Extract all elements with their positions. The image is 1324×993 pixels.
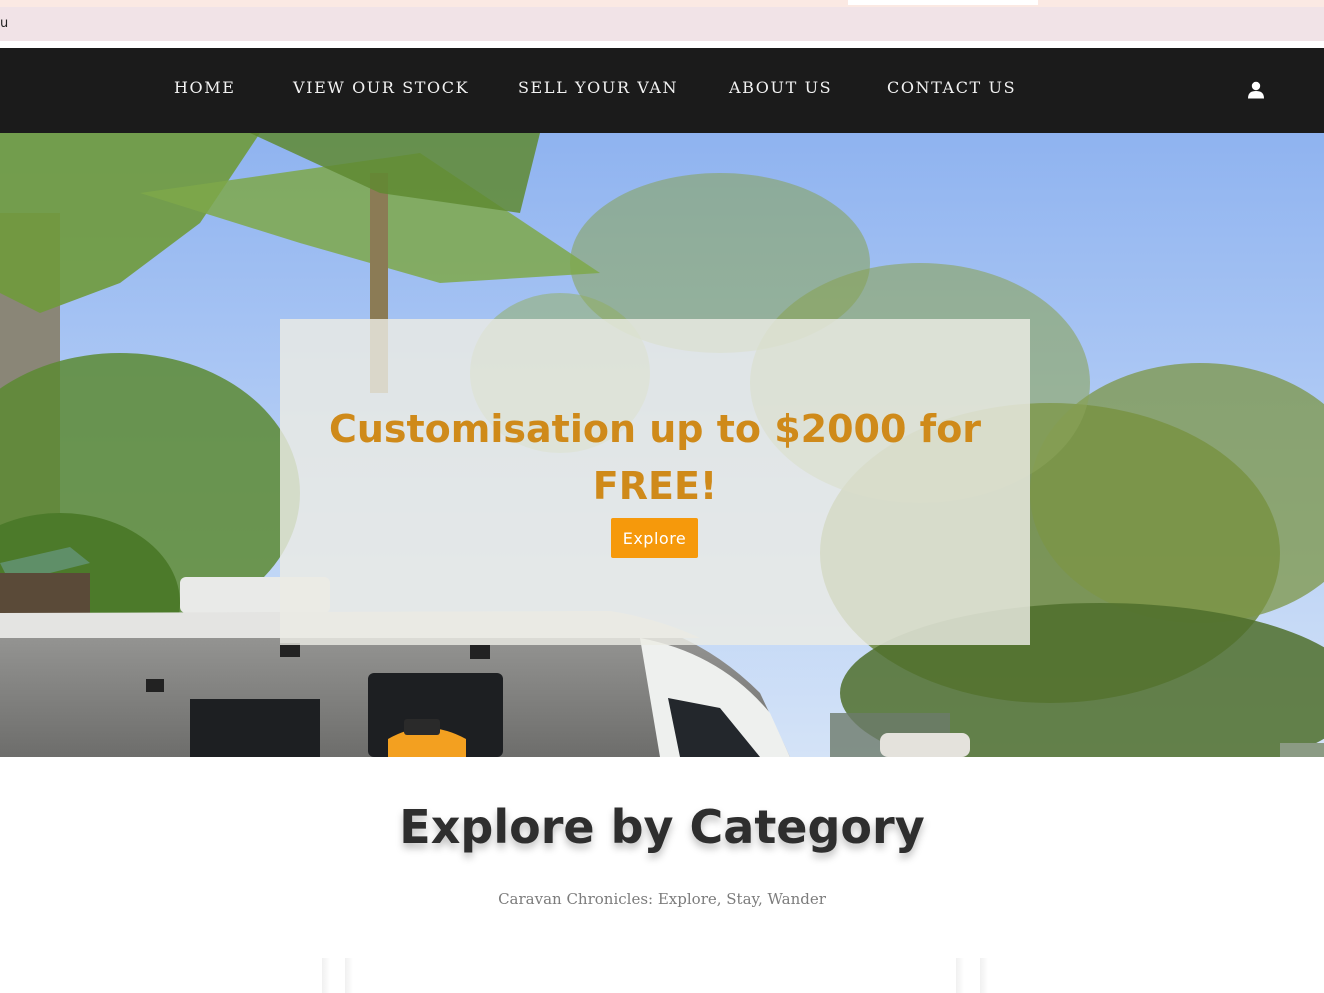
hero-banner: Customisation up to $2000 for FREE! Expl…	[0, 133, 1324, 757]
category-card-edge-left	[322, 958, 330, 993]
nav-contact-us[interactable]: CONTACT US	[887, 78, 1016, 97]
top-accent-highlight	[848, 0, 1038, 5]
top-accent-strip	[0, 0, 1324, 7]
category-card-edge-right	[980, 958, 988, 993]
category-section-title: Explore by Category	[399, 800, 925, 854]
promo-title-line-1: Customisation up to $2000 for	[328, 407, 982, 451]
category-section-subtitle: Caravan Chronicles: Explore, Stay, Wande…	[498, 890, 826, 908]
user-icon[interactable]	[1246, 81, 1266, 99]
nav-sell-your-van[interactable]: SELL YOUR VAN	[518, 78, 678, 97]
nav-home[interactable]: HOME	[174, 78, 236, 97]
nav-about-us[interactable]: ABOUT US	[729, 78, 832, 97]
promo-title: Customisation up to $2000 for FREE!	[280, 401, 1030, 515]
main-navigation: HOME VIEW OUR STOCK SELL YOUR VAN ABOUT …	[0, 48, 1324, 133]
category-card-edge	[956, 958, 964, 993]
nav-view-our-stock[interactable]: VIEW OUR STOCK	[293, 78, 469, 97]
notice-bar: u	[0, 7, 1324, 41]
notice-text: u	[0, 16, 9, 31]
promo-title-line-2: FREE!	[592, 464, 718, 508]
explore-button[interactable]: Explore	[611, 518, 698, 558]
promo-box: Customisation up to $2000 for FREE! Expl…	[280, 319, 1030, 645]
category-card-edge	[345, 958, 353, 993]
